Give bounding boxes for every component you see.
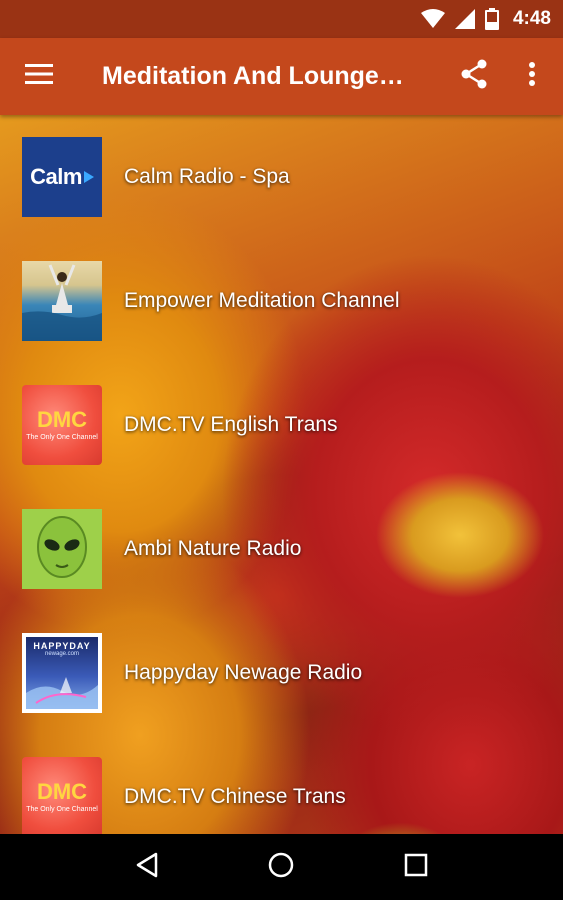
dmc-logo: DMC The Only One Channel [22,385,102,465]
dmc-logo-subtext: The Only One Channel [26,806,98,813]
station-name: DMC.TV English Trans [124,413,338,436]
status-bar: 4:48 [0,0,563,38]
happyday-logo-subtext: newage.com [44,651,80,657]
station-item-calm-radio-spa[interactable]: Calm Calm Radio - Spa [0,115,563,239]
station-item-ambi-nature[interactable]: Ambi Nature Radio [0,487,563,611]
calm-logo-text: Calm [30,164,82,189]
app-bar: Meditation And Lounge… [0,38,563,115]
recents-button[interactable] [386,837,446,897]
station-item-dmc-english[interactable]: DMC The Only One Channel DMC.TV English … [0,363,563,487]
dmc-logo: DMC The Only One Channel [22,757,102,834]
station-name: Ambi Nature Radio [124,537,302,560]
station-name: Calm Radio - Spa [124,165,290,188]
battery-icon [484,8,499,30]
dmc-logo-text: DMC [36,407,88,432]
more-vert-icon [528,61,536,92]
station-name: Empower Meditation Channel [124,289,400,312]
page-title: Meditation And Lounge… [102,62,404,90]
station-item-dmc-chinese[interactable]: DMC The Only One Channel DMC.TV Chinese … [0,735,563,834]
happyday-logo-text: HAPPYDAY [33,641,91,651]
more-options-button[interactable] [512,54,552,98]
station-name: Happyday Newage Radio [124,661,363,684]
dmc-logo-text: DMC [36,779,88,804]
share-button[interactable] [452,54,496,98]
recents-square-icon [403,852,429,883]
happyday-logo: HAPPYDAY newage.com [22,633,102,713]
station-name: DMC.TV Chinese Trans [124,785,346,808]
station-item-happyday-newage[interactable]: HAPPYDAY newage.com Happyday Newage Radi… [0,611,563,735]
signal-icon [454,9,475,29]
calm-logo: Calm [22,137,102,217]
back-button[interactable] [117,837,177,897]
back-triangle-icon [134,851,160,884]
hamburger-menu-icon [25,63,53,90]
home-button[interactable] [251,837,311,897]
menu-button[interactable] [0,38,80,115]
empower-logo [22,261,102,341]
wifi-icon [420,9,445,29]
station-list-container[interactable]: Calm Calm Radio - Spa Empower Meditation… [0,115,563,834]
share-icon [460,59,488,94]
system-nav-bar [0,834,563,900]
home-circle-icon [267,851,295,884]
station-list: Calm Calm Radio - Spa Empower Meditation… [0,115,563,834]
dmc-logo-subtext: The Only One Channel [26,434,98,441]
ambi-alien-logo [22,509,102,589]
clock: 4:48 [512,8,551,29]
station-item-empower-meditation[interactable]: Empower Meditation Channel [0,239,563,363]
